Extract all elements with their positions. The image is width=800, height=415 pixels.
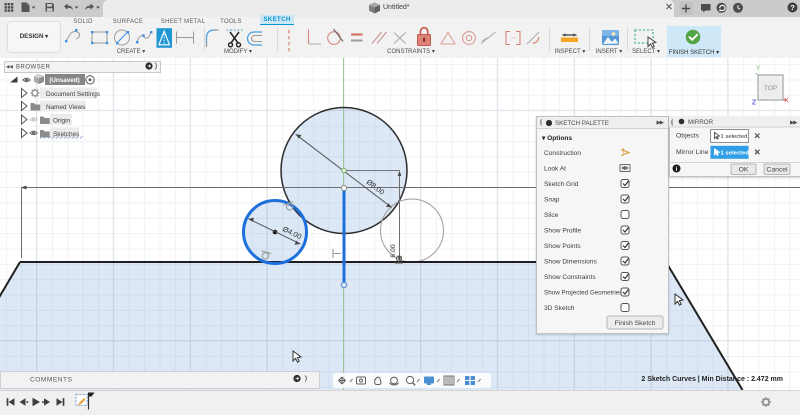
svg-text:⦗: ⦗	[671, 118, 673, 126]
svg-text:Show Constraints: Show Constraints	[544, 274, 596, 281]
svg-text:Cancel: Cancel	[766, 167, 788, 174]
svg-text:3D Sketch: 3D Sketch	[544, 305, 575, 312]
svg-text:Mirror Line: Mirror Line	[676, 149, 709, 156]
svg-text:X: X	[784, 96, 789, 105]
svg-text:Snap: Snap	[544, 197, 560, 204]
svg-text:Sketch Grid: Sketch Grid	[544, 181, 579, 188]
svg-text:Show Projected Geometries: Show Projected Geometries	[544, 290, 622, 297]
svg-text:COMMENTS: COMMENTS	[30, 377, 73, 384]
svg-text:MIRROR: MIRROR	[688, 119, 714, 126]
svg-text:Z: Z	[752, 98, 757, 107]
svg-text:1 selected: 1 selected	[721, 151, 750, 157]
svg-text:Look At: Look At	[544, 166, 566, 173]
svg-text:?: ?	[790, 3, 795, 12]
svg-text:◀◀: ◀◀	[6, 64, 14, 69]
svg-text:OK: OK	[739, 167, 749, 174]
svg-text:6.00: 6.00	[390, 244, 397, 257]
svg-text:Show Profile: Show Profile	[544, 228, 581, 235]
svg-text:TOP: TOP	[764, 85, 777, 92]
svg-text:1 selected: 1 selected	[721, 134, 748, 140]
svg-text:Y: Y	[756, 66, 761, 73]
svg-text:Show Dimensions: Show Dimensions	[544, 259, 597, 266]
svg-text:Slice: Slice	[544, 212, 559, 219]
svg-text:BROWSER: BROWSER	[16, 65, 51, 71]
svg-text:Construction: Construction	[544, 150, 581, 157]
svg-text:Finish Sketch: Finish Sketch	[615, 320, 656, 327]
svg-text:Objects: Objects	[676, 133, 700, 140]
svg-text:Show Points: Show Points	[544, 243, 581, 250]
